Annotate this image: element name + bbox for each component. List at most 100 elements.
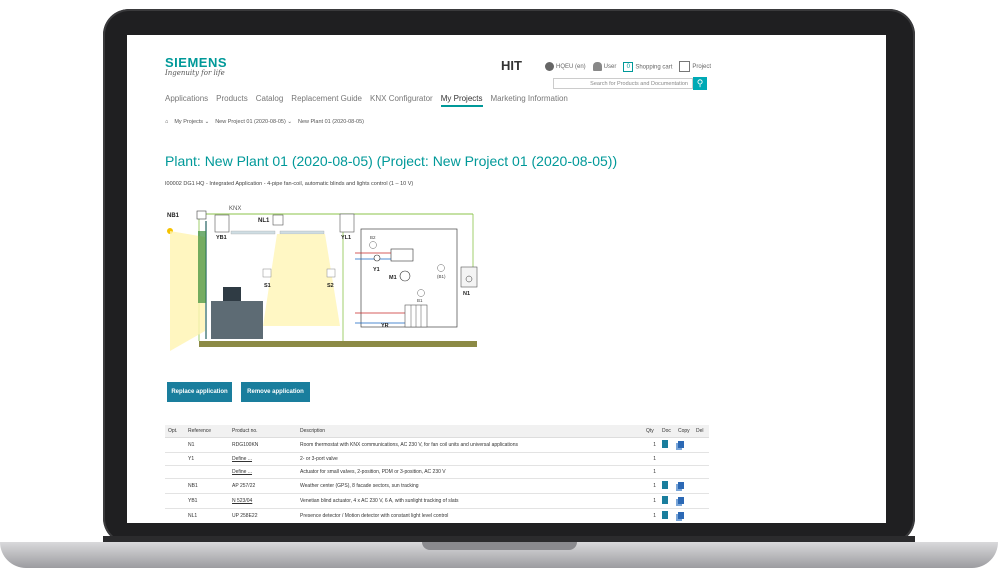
valve-icon <box>373 254 381 262</box>
region-link[interactable]: HQEU (en) <box>545 62 586 71</box>
top-links: HQEU (en) User 0 Shopping cart Project <box>545 61 711 72</box>
knx-label: KNX <box>229 206 241 212</box>
define-link[interactable]: Define ... <box>229 465 297 479</box>
table-row[interactable]: YB1 N 523/04 Venetian blind actuator, 4 … <box>165 493 709 509</box>
browser-screen: SIEMENS Ingenuity for life HIT HQEU (en)… <box>127 35 886 523</box>
nav-products[interactable]: Products <box>216 94 248 107</box>
row-product-no[interactable]: AP 257/22 <box>229 478 297 494</box>
document-icon[interactable] <box>662 440 668 448</box>
document-icon[interactable] <box>662 511 668 519</box>
floor <box>199 341 477 347</box>
user-link[interactable]: User <box>592 62 616 71</box>
row-qty: 1 <box>643 465 659 479</box>
table-row[interactable]: NB1 AP 257/22 Weather center (GPS), 8 fa… <box>165 478 709 494</box>
row-product-no[interactable]: N 523/04 <box>229 493 297 509</box>
s1-switch-icon <box>262 268 272 278</box>
project-link[interactable]: Project <box>679 61 711 72</box>
application-diagram: KNX NB1 YB1 NL1 YL1 S1 S2 Y1 B2 M1 B1 (B… <box>167 206 478 351</box>
breadcrumb-my-projects[interactable]: My Projects ⌄ <box>174 119 209 125</box>
brand-name: SIEMENS <box>165 55 228 70</box>
row-reference <box>185 465 229 479</box>
yb1-label: YB1 <box>216 235 227 241</box>
cart-icon: 0 <box>623 61 634 72</box>
col-description: Description <box>297 425 643 438</box>
copy-icon[interactable] <box>678 511 684 519</box>
search-icon[interactable]: ⚲ <box>693 77 707 90</box>
remove-application-button[interactable]: Remove application <box>241 382 310 402</box>
desk-icon <box>211 301 263 339</box>
row-reference: N1 <box>185 437 229 453</box>
b1-label: B1 <box>417 298 423 303</box>
row-product-no[interactable]: UP 258E22 <box>229 508 297 523</box>
page-subtitle: I00002 DG1 HQ - Integrated Application -… <box>165 181 414 187</box>
row-description: Weather center (GPS), 8 facade sectors, … <box>297 478 643 494</box>
page-title: Plant: New Plant 01 (2020-08-05) (Projec… <box>165 153 618 169</box>
row-description: Venetian blind actuator, 4 x AC 230 V, 6… <box>297 493 643 509</box>
s2-switch-icon <box>326 268 336 278</box>
table-row[interactable]: Define ... Actuator for small valves, 2-… <box>165 465 709 479</box>
nav-marketing-information[interactable]: Marketing Information <box>491 94 568 107</box>
weather-station-icon <box>196 210 207 220</box>
breadcrumb-plant: New Plant 01 (2020-08-05) <box>297 119 365 125</box>
nav-knx-configurator[interactable]: KNX Configurator <box>370 94 433 107</box>
table-row[interactable]: N1 RDG100KN Room thermostat with KNX com… <box>165 437 709 453</box>
nl1-sensor-icon <box>272 214 284 226</box>
col-opt: Opt. <box>165 425 185 438</box>
row-reference: NB1 <box>185 478 229 494</box>
thermostat-icon <box>460 266 478 288</box>
row-description: Actuator for small valves, 2-position, P… <box>297 465 643 479</box>
col-del: Del <box>693 425 709 438</box>
nb1-label: NB1 <box>167 213 180 219</box>
cart-link[interactable]: 0 Shopping cart <box>623 61 672 72</box>
document-icon[interactable] <box>662 481 668 489</box>
s2-label: S2 <box>327 283 334 289</box>
yl1-device-icon <box>339 213 355 233</box>
document-icon[interactable] <box>662 496 668 504</box>
nav-replacement-guide[interactable]: Replacement Guide <box>291 94 362 107</box>
s1-label: S1 <box>264 283 271 289</box>
define-link[interactable]: Define ... <box>229 452 297 466</box>
nav-catalog[interactable]: Catalog <box>256 94 284 107</box>
coil-icon <box>390 248 414 262</box>
home-icon[interactable]: ⌂ <box>165 119 168 125</box>
breadcrumb: ⌂ My Projects ⌄ New Project 01 (2020-08-… <box>165 119 364 125</box>
m1-label: M1 <box>389 275 397 281</box>
brand-tagline: Ingenuity for life <box>165 69 225 77</box>
nav-applications[interactable]: Applications <box>165 94 208 107</box>
project-icon <box>679 61 691 72</box>
row-product-no[interactable]: RDG100KN <box>229 437 297 453</box>
table-header-row: Opt. Reference Product no. Description Q… <box>165 425 709 438</box>
copy-icon[interactable] <box>678 496 684 504</box>
row-reference: Y1 <box>185 452 229 466</box>
row-description: Room thermostat with KNX communications,… <box>297 437 643 453</box>
col-product-no: Product no. <box>229 425 297 438</box>
table-row[interactable]: Y1 Define ... 2- or 3-port valve 1 <box>165 452 709 466</box>
row-qty: 1 <box>643 437 659 453</box>
row-qty: 1 <box>643 452 659 466</box>
col-reference: Reference <box>185 425 229 438</box>
nl1-label: NL1 <box>258 218 270 224</box>
row-reference: NL1 <box>185 508 229 523</box>
user-icon <box>592 62 602 71</box>
row-qty: 1 <box>643 493 659 509</box>
col-qty: Qty <box>643 425 659 438</box>
yb1-device-icon <box>214 214 230 233</box>
products-table: Opt. Reference Product no. Description Q… <box>165 425 709 523</box>
row-qty: 1 <box>643 478 659 494</box>
nav-my-projects[interactable]: My Projects <box>440 94 483 107</box>
search-input[interactable]: Search for Products and Documentation <box>553 78 693 89</box>
breadcrumb-project[interactable]: New Project 01 (2020-08-05) ⌄ <box>215 119 292 125</box>
fan-icon <box>399 270 411 282</box>
copy-icon[interactable] <box>678 481 684 489</box>
monitor-icon <box>223 287 241 301</box>
yr-label: YR <box>381 323 389 329</box>
laptop-notch <box>422 542 577 550</box>
replace-application-button[interactable]: Replace application <box>167 382 232 402</box>
siemens-logo[interactable]: SIEMENS Ingenuity for life <box>165 55 227 77</box>
n1-label: N1 <box>463 291 470 297</box>
b1-paren-label: (B1) <box>437 274 446 279</box>
col-doc: Doc <box>659 425 675 438</box>
copy-icon[interactable] <box>678 440 684 448</box>
globe-icon <box>545 62 554 71</box>
table-row[interactable]: NL1 UP 258E22 Presence detector / Motion… <box>165 508 709 523</box>
